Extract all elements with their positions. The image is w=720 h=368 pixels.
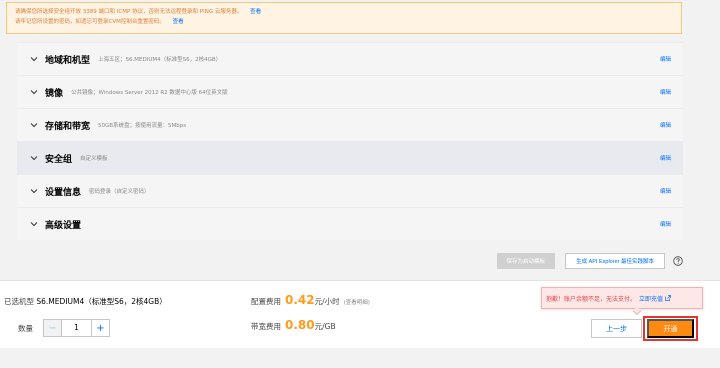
chevron-down-icon — [29, 153, 39, 163]
section-security-group[interactable]: 安全组 自定义模板 编辑 — [17, 141, 683, 174]
notice-view-link-ports[interactable]: 查看 — [250, 9, 261, 15]
section-summary: 50GB系统盘；按使用流量：5Mbps — [98, 123, 187, 129]
config-fee-label: 配置费用 — [251, 297, 281, 306]
config-fee-detail-link[interactable]: (查看明细) — [344, 298, 370, 306]
section-storage-bandwidth[interactable]: 存储和带宽 50GB系统盘；按使用流量：5Mbps 编辑 — [17, 108, 683, 141]
action-row: 保存为启动模板 生成 API Explorer 最佳实践脚本 — [17, 251, 683, 271]
config-summary-sections: 地域和机型 上海五区；S6.MEDIUM4（标准型S6，2核4GB） 编辑 镜像… — [17, 42, 683, 240]
chevron-down-icon — [29, 87, 39, 97]
open-purchase-button[interactable]: 开通 — [647, 319, 694, 338]
section-summary: 自定义模板 — [80, 156, 108, 162]
section-title: 设置信息 — [45, 187, 82, 198]
section-settings-info[interactable]: 设置信息 密码登录（自定义密码） 编辑 — [17, 174, 683, 207]
section-title: 存储和带宽 — [45, 121, 91, 132]
edit-advanced-link[interactable]: 编辑 — [660, 220, 671, 228]
chevron-down-icon — [29, 54, 39, 64]
insufficient-balance-tooltip: 抱歉！账户余额不足，无法支付。 立即充值 — [541, 287, 703, 309]
edit-image-link[interactable]: 编辑 — [660, 88, 671, 96]
config-fee: 配置费用 0.42 元/小时 (查看明细) — [251, 293, 370, 307]
bandwidth-fee-amount: 0.80 — [285, 318, 315, 332]
edit-region-link[interactable]: 编辑 — [660, 55, 671, 63]
section-region-instance[interactable]: 地域和机型 上海五区；S6.MEDIUM4（标准型S6，2核4GB） 编辑 — [17, 42, 683, 75]
selected-instance: 已选机型 S6.MEDIUM4（标准型S6，2核4GB） — [4, 296, 167, 307]
save-launch-template-button[interactable]: 保存为启动模板 — [496, 253, 556, 269]
bandwidth-fee: 带宽费用 0.80 元/GB — [251, 318, 336, 332]
quantity-control: 数量 − 1 + — [18, 319, 110, 337]
question-circle-icon[interactable] — [673, 256, 683, 266]
warning-notice: 请确保您所选择安全组开放 3389 端口和 ICMP 协议，否则无法远程登录和 … — [6, 2, 682, 34]
notice-text-password: 请牢记您所设置的密码，如遗忘可登录CVM控制台重置密码。 — [15, 19, 165, 25]
notice-view-link-password[interactable]: 查看 — [173, 19, 184, 25]
section-title: 安全组 — [45, 154, 73, 165]
section-summary: 密码登录（自定义密码） — [89, 189, 150, 195]
external-link-icon[interactable] — [665, 295, 671, 301]
bandwidth-fee-unit: 元/GB — [314, 322, 336, 331]
edit-settings-link[interactable]: 编辑 — [660, 187, 671, 195]
selected-instance-value: S6.MEDIUM4（标准型S6，2核4GB） — [36, 297, 167, 306]
config-fee-unit: 元/小时 — [314, 297, 340, 306]
section-summary: 上海五区；S6.MEDIUM4（标准型S6，2核4GB） — [98, 57, 222, 63]
quantity-label: 数量 — [18, 323, 33, 333]
section-advanced-settings[interactable]: 高级设置 编辑 — [17, 207, 683, 240]
api-explorer-button[interactable]: 生成 API Explorer 最佳实践脚本 — [565, 253, 665, 269]
quantity-decrease-button[interactable]: − — [44, 320, 61, 336]
chevron-down-icon — [29, 219, 39, 229]
edit-security-group-link[interactable]: 编辑 — [660, 154, 671, 162]
section-title: 高级设置 — [45, 220, 82, 231]
tooltip-message: 抱歉！账户余额不足，无法支付。 — [546, 295, 637, 303]
notice-text-ports: 请确保您所选择安全组开放 3389 端口和 ICMP 协议，否则无法远程登录和 … — [15, 9, 243, 15]
quantity-input[interactable]: 1 — [61, 320, 92, 336]
edit-storage-link[interactable]: 编辑 — [660, 121, 671, 129]
quantity-increase-button[interactable]: + — [92, 320, 109, 336]
previous-step-button[interactable]: 上一步 — [591, 319, 642, 338]
selected-instance-label: 已选机型 — [4, 297, 34, 306]
section-title: 镜像 — [45, 88, 64, 99]
bandwidth-fee-label: 带宽费用 — [251, 322, 281, 331]
config-fee-amount: 0.42 — [285, 293, 315, 307]
section-summary: 公共镜像；Windows Server 2012 R2 数据中心版 64位英文版 — [71, 90, 228, 96]
recharge-now-link[interactable]: 立即充值 — [639, 294, 663, 303]
chevron-down-icon — [29, 186, 39, 196]
chevron-down-icon — [29, 120, 39, 130]
quantity-stepper: − 1 + — [43, 319, 110, 337]
section-title: 地域和机型 — [45, 55, 91, 66]
section-image[interactable]: 镜像 公共镜像；Windows Server 2012 R2 数据中心版 64位… — [17, 75, 683, 108]
